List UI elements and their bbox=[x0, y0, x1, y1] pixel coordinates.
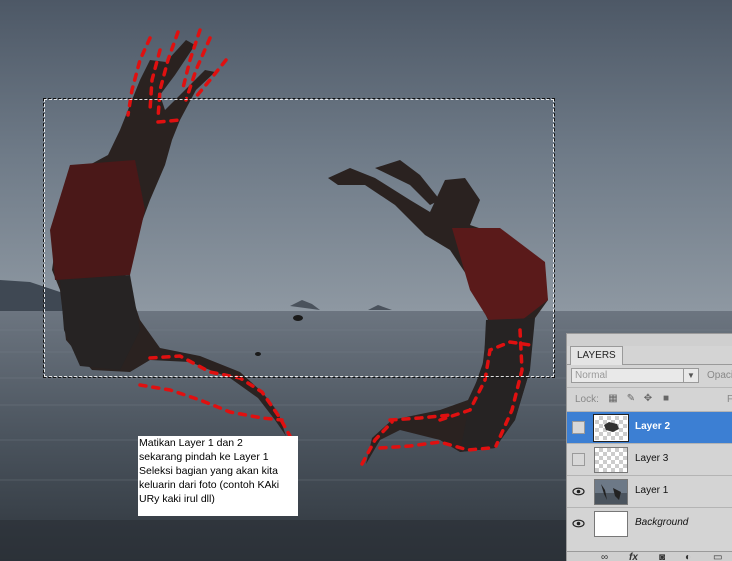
layer-thumbnail bbox=[594, 479, 628, 505]
fx-icon[interactable]: fx bbox=[629, 552, 638, 561]
layer-row-background[interactable]: Background bbox=[567, 507, 732, 539]
panel-bottom-bar: ∞ fx ◙ ◐ ▭ bbox=[567, 551, 732, 561]
lock-all-icon[interactable]: ■ bbox=[660, 393, 672, 405]
layer-row-layer-1[interactable]: Layer 1 bbox=[567, 475, 732, 507]
blend-mode-select[interactable]: Normal ▼ bbox=[571, 368, 699, 383]
lock-label: Lock: bbox=[575, 394, 599, 405]
layer-name: Layer 2 bbox=[635, 421, 671, 432]
layer-name: Background bbox=[635, 517, 689, 528]
layer-thumbnail bbox=[594, 447, 628, 473]
layer-name: Layer 3 bbox=[635, 453, 669, 464]
lock-row: Lock: ▦ ✎ ✥ ■ F bbox=[567, 387, 732, 412]
eye-icon[interactable] bbox=[572, 485, 585, 498]
adjustment-icon[interactable]: ◐ bbox=[685, 552, 691, 561]
lock-transparent-icon[interactable]: ▦ bbox=[607, 393, 619, 405]
visibility-toggle[interactable] bbox=[572, 421, 585, 434]
new-group-icon[interactable]: ▭ bbox=[713, 552, 722, 561]
link-icon[interactable]: ∞ bbox=[601, 552, 608, 561]
instruction-note: Matikan Layer 1 dan 2 sekarang pindah ke… bbox=[138, 436, 298, 516]
opacity-label: Opaci bbox=[707, 370, 732, 381]
options-row: Normal ▼ Opaci bbox=[567, 365, 732, 387]
layer-row-layer-2[interactable]: Layer 2 bbox=[567, 411, 732, 443]
lock-brush-icon[interactable]: ✎ bbox=[625, 393, 637, 405]
selection-marquee[interactable] bbox=[43, 98, 555, 378]
mask-icon[interactable]: ◙ bbox=[659, 552, 665, 561]
panel-tab-row: LAYERS bbox=[567, 346, 732, 365]
layer-thumbnail bbox=[594, 511, 628, 537]
tab-layers[interactable]: LAYERS bbox=[570, 346, 623, 365]
chevron-down-icon: ▼ bbox=[683, 369, 698, 382]
eye-icon[interactable] bbox=[572, 517, 585, 530]
panel-titlebar[interactable] bbox=[567, 334, 732, 346]
visibility-toggle[interactable] bbox=[572, 453, 585, 466]
layer-thumbnail bbox=[593, 414, 629, 442]
lock-move-icon[interactable]: ✥ bbox=[642, 393, 654, 405]
layer-row-layer-3[interactable]: Layer 3 bbox=[567, 443, 732, 475]
layer-name: Layer 1 bbox=[635, 485, 669, 496]
fill-label: F bbox=[727, 394, 732, 405]
layers-panel: LAYERS Normal ▼ Opaci Lock: ▦ ✎ ✥ ■ F La… bbox=[566, 333, 732, 561]
blend-mode-value: Normal bbox=[575, 370, 608, 381]
